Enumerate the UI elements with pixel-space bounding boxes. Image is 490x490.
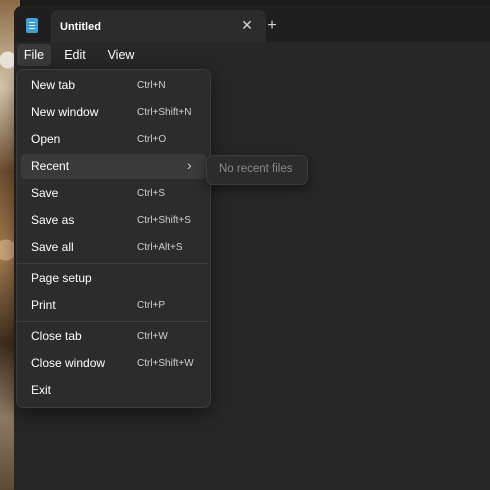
menu-item-label: New window <box>31 105 99 119</box>
menu-item-label: Print <box>31 298 56 312</box>
menu-item-close-window[interactable]: Close window Ctrl+Shift+W <box>21 351 206 376</box>
menu-view[interactable]: View <box>102 44 140 66</box>
menu-item-shortcut: Ctrl+P <box>137 300 166 311</box>
menu-edit[interactable]: Edit <box>57 44 93 66</box>
recent-submenu: No recent files <box>206 155 308 185</box>
menu-item-label: New tab <box>31 78 76 92</box>
menu-item-label: Page setup <box>31 271 92 285</box>
menu-bar: File Edit View <box>14 42 490 70</box>
menu-item-label: Close tab <box>31 329 82 343</box>
menu-item-label: Open <box>31 132 61 146</box>
menu-item-shortcut: Ctrl+S <box>137 188 166 199</box>
menu-item-label: Close window <box>31 356 106 370</box>
close-icon[interactable]: ✕ <box>239 17 255 33</box>
menu-item-save[interactable]: Save Ctrl+S <box>21 181 206 206</box>
menu-item-page-setup[interactable]: Page setup <box>21 266 206 291</box>
menu-item-shortcut: Ctrl+Shift+W <box>137 358 194 369</box>
menu-item-print[interactable]: Print Ctrl+P <box>21 293 206 318</box>
chevron-right-icon: › <box>187 157 192 173</box>
menu-item-shortcut: Ctrl+Shift+S <box>137 215 191 226</box>
plus-icon[interactable]: + <box>264 18 280 34</box>
menu-item-label: Save as <box>31 213 75 227</box>
menu-item-new-window[interactable]: New window Ctrl+Shift+N <box>21 100 206 125</box>
menu-item-label: Exit <box>31 383 52 397</box>
menu-item-recent[interactable]: Recent › <box>21 154 206 179</box>
menu-item-label: Recent <box>31 159 70 173</box>
menu-item-shortcut: Ctrl+Alt+S <box>137 242 183 253</box>
menu-item-shortcut: Ctrl+N <box>137 80 166 91</box>
menu-item-open[interactable]: Open Ctrl+O <box>21 127 206 152</box>
menu-item-shortcut: Ctrl+Shift+N <box>137 107 192 118</box>
file-menu: New tab Ctrl+N New window Ctrl+Shift+N O… <box>16 69 211 408</box>
menu-item-exit[interactable]: Exit <box>21 378 206 403</box>
menu-item-close-tab[interactable]: Close tab Ctrl+W <box>21 324 206 349</box>
menu-item-new-tab[interactable]: New tab Ctrl+N <box>21 73 206 98</box>
menu-divider <box>17 263 208 264</box>
menu-file[interactable]: File <box>17 44 51 66</box>
tab-title: Untitled <box>60 21 101 33</box>
menu-item-save-all[interactable]: Save all Ctrl+Alt+S <box>21 235 206 260</box>
menu-item-shortcut: Ctrl+W <box>137 331 168 342</box>
title-bar[interactable]: Untitled ✕ + <box>14 6 490 42</box>
menu-item-shortcut: Ctrl+O <box>137 134 167 145</box>
tab-untitled[interactable]: Untitled ✕ <box>51 10 266 42</box>
menu-item-label: Save all <box>31 240 74 254</box>
notepad-icon <box>26 18 38 33</box>
menu-divider <box>17 321 208 322</box>
menu-item-label: Save <box>31 186 59 200</box>
menu-item-save-as[interactable]: Save as Ctrl+Shift+S <box>21 208 206 233</box>
no-recent-files-text: No recent files <box>219 163 293 175</box>
